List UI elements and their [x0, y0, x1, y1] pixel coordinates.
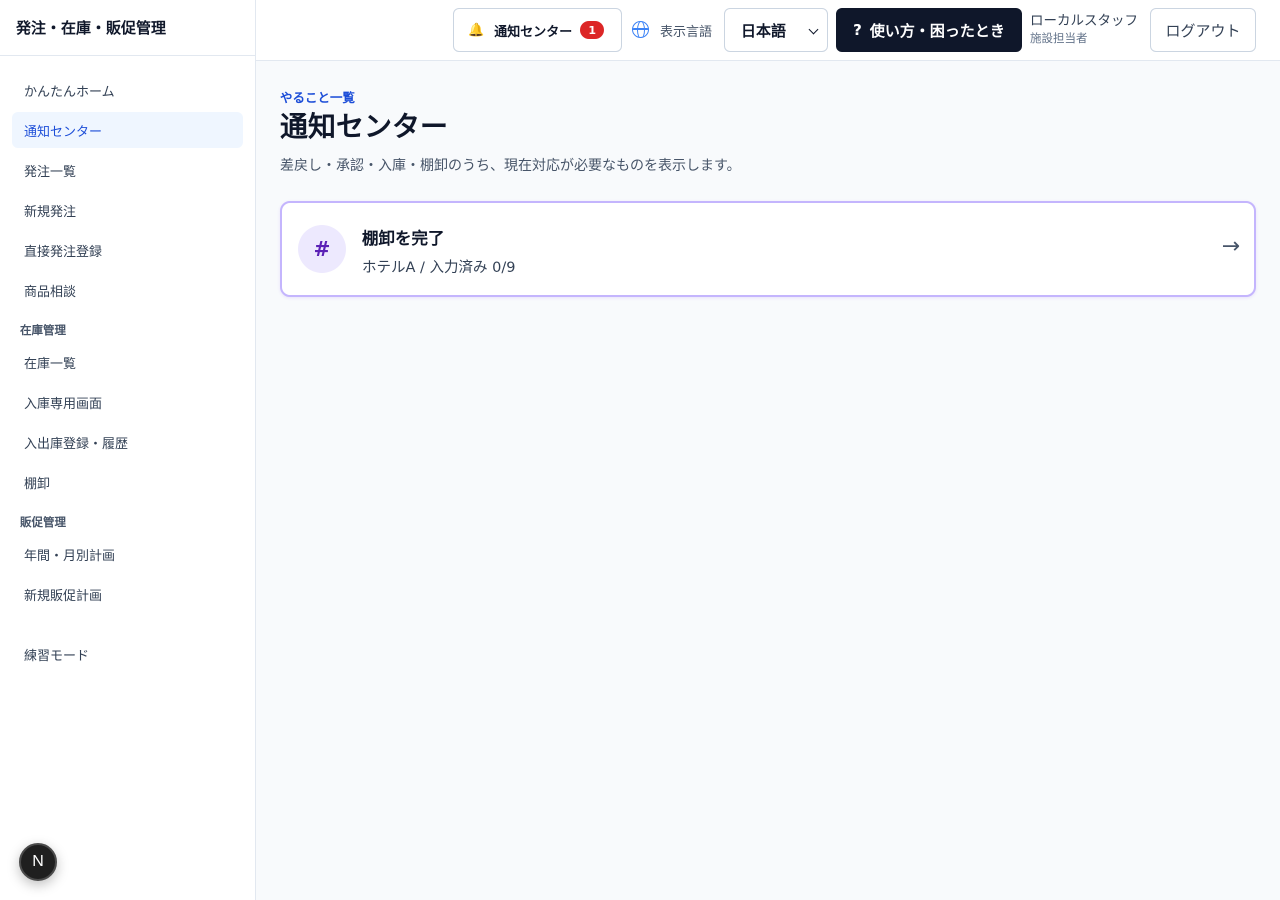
- sidebar-item-in-out[interactable]: 入出庫登録・履歴: [12, 424, 243, 460]
- task-subtitle: ホテルA / 入力済み 0/9: [362, 260, 516, 276]
- notification-center-label: 通知センター: [494, 24, 573, 40]
- arrow-right-icon: →: [1221, 234, 1240, 259]
- bell-icon: 🔔: [468, 22, 485, 38]
- user-name: ローカルスタッフ: [1030, 13, 1138, 29]
- language-label: 表示言語: [660, 25, 713, 40]
- hash-icon: #: [298, 225, 346, 273]
- help-button[interactable]: ? 使い方・困ったとき: [836, 8, 1022, 52]
- notification-count-badge: 1: [580, 21, 605, 39]
- notification-center-button[interactable]: 🔔 通知センター 1: [453, 8, 622, 52]
- sidebar-section-promo: 販促管理: [20, 515, 66, 529]
- question-icon: ?: [853, 21, 862, 39]
- sidebar-section-inventory: 在庫管理: [20, 323, 66, 337]
- sidebar-item-plans[interactable]: 年間・月別計画: [12, 536, 243, 572]
- sidebar-item-notifications[interactable]: 通知センター: [12, 112, 243, 148]
- page-title: 通知センター: [280, 110, 449, 143]
- sidebar-item-new-promo[interactable]: 新規販促計画: [12, 576, 243, 612]
- page-description: 差戻し・承認・入庫・棚卸のうち、現在対応が必要なものを表示します。: [280, 158, 741, 174]
- user-role: 施設担当者: [1030, 31, 1088, 45]
- dev-tools-badge[interactable]: N: [19, 843, 57, 881]
- app: 発注・在庫・販促管理 かんたんホーム 通知センター 発注一覧 新規発注 直接発注…: [0, 0, 1280, 900]
- logout-button[interactable]: ログアウト: [1150, 8, 1256, 52]
- sidebar-item-receiving[interactable]: 入庫専用画面: [12, 384, 243, 420]
- task-title: 棚卸を完了: [362, 229, 445, 248]
- chevron-down-icon: [808, 24, 819, 35]
- sidebar: 発注・在庫・販促管理 かんたんホーム 通知センター 発注一覧 新規発注 直接発注…: [0, 0, 256, 900]
- top-header: 🔔 通知センター 1 表示言語 日本語 ? 使い方・困ったとき ローカルスタッフ…: [256, 0, 1280, 61]
- main-content: やること一覧 通知センター 差戻し・承認・入庫・棚卸のうち、現在対応が必要なもの…: [256, 61, 1280, 900]
- brand-title: 発注・在庫・販促管理: [0, 0, 255, 56]
- sidebar-item-new-order[interactable]: 新規発注: [12, 192, 243, 228]
- sidebar-item-home[interactable]: かんたんホーム: [12, 72, 243, 108]
- page-eyebrow: やること一覧: [280, 90, 356, 105]
- language-select-value: 日本語: [741, 21, 787, 40]
- sidebar-item-direct-order[interactable]: 直接発注登録: [12, 232, 243, 268]
- sidebar-item-stocktake[interactable]: 棚卸: [12, 464, 243, 500]
- sidebar-item-practice[interactable]: 練習モード: [12, 636, 243, 672]
- sidebar-nav: かんたんホーム 通知センター 発注一覧 新規発注 直接発注登録 商品相談 在庫管…: [0, 56, 255, 672]
- user-info: ローカルスタッフ 施設担当者: [1030, 12, 1138, 46]
- sidebar-item-orders[interactable]: 発注一覧: [12, 152, 243, 188]
- globe-icon: [632, 21, 649, 38]
- language-select[interactable]: 日本語: [724, 8, 828, 52]
- sidebar-item-product-consult[interactable]: 商品相談: [12, 272, 243, 308]
- help-button-label: 使い方・困ったとき: [869, 21, 1005, 40]
- task-card-stocktake[interactable]: # 棚卸を完了 ホテルA / 入力済み 0/9 →: [280, 201, 1256, 297]
- sidebar-item-inventory-list[interactable]: 在庫一覧: [12, 344, 243, 380]
